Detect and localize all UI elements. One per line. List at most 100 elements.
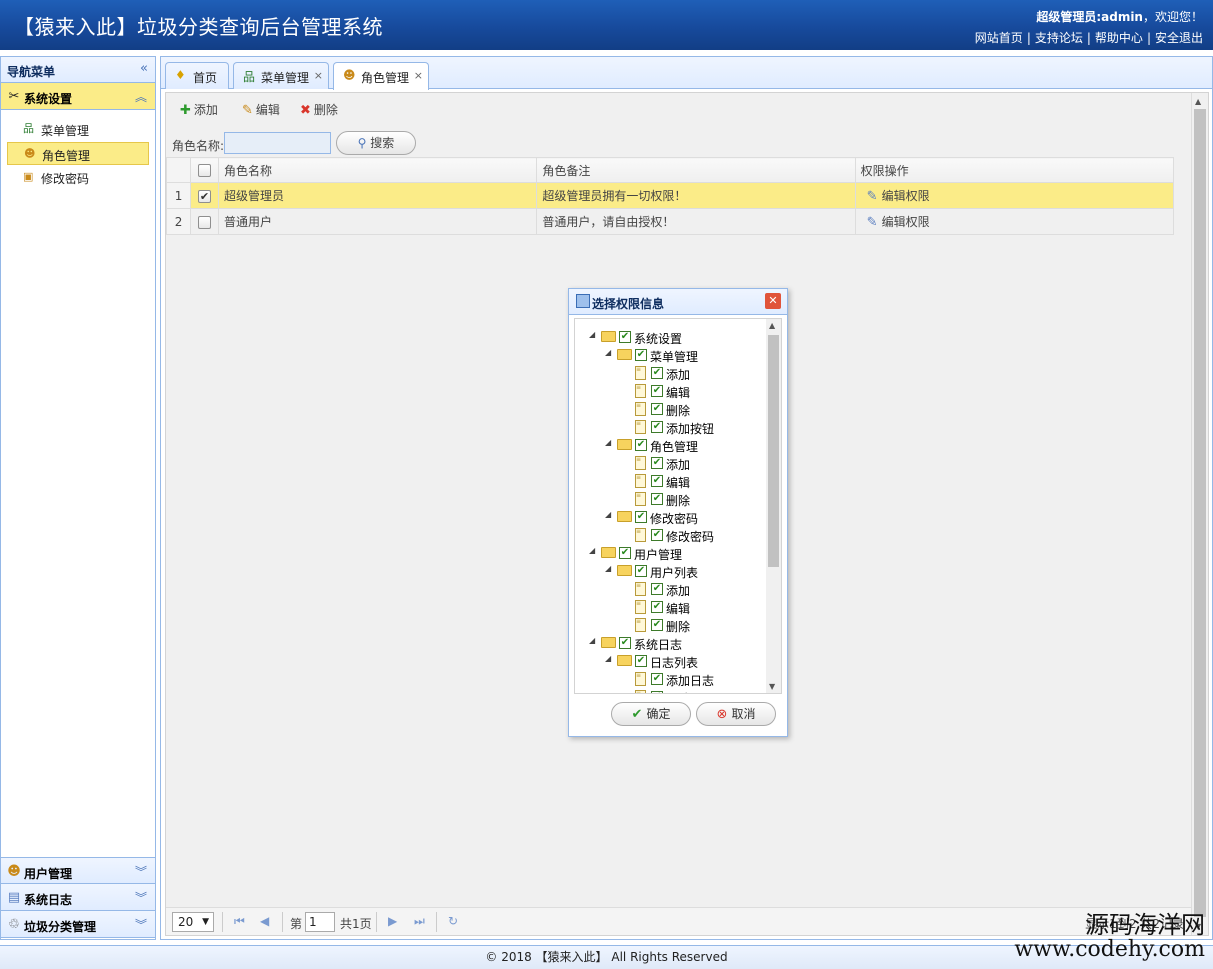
tree-node[interactable]: ≡ ✔ 编辑 (575, 472, 765, 490)
link-home[interactable]: 网站首页 (975, 31, 1023, 45)
tree-node[interactable]: ◢ ✔ 用户列表 (575, 562, 765, 580)
tree-node[interactable]: ≡ ✔ 添加按钮 (575, 418, 765, 436)
edit-permission-link[interactable]: ✎ 编辑权限 (861, 189, 930, 204)
tree-node[interactable]: ≡ ✔ 添加 (575, 364, 765, 382)
first-page-icon[interactable]: ⏮ (234, 914, 245, 929)
tree-node[interactable]: ≡ ✔删除 (575, 400, 765, 418)
tab-menu-management[interactable]: 品 菜单管理 × (233, 62, 329, 89)
edit-permission-link[interactable]: ✎ 编辑权限 (861, 215, 930, 230)
accordion-system-settings[interactable]: ✂ 系统设置 ︽ (1, 83, 155, 110)
tree-checkbox[interactable]: ✔ (651, 493, 663, 505)
tree-checkbox[interactable]: ✔ (619, 547, 631, 559)
row-checkbox[interactable] (190, 208, 220, 235)
link-logout[interactable]: 安全退出 (1155, 31, 1203, 45)
delete-button[interactable]: ✖ 删除 (300, 101, 338, 121)
row-checkbox[interactable]: ✔ (190, 182, 220, 209)
tree-checkbox[interactable]: ✔ (651, 619, 663, 631)
nav-item-menu-management[interactable]: 品 菜单管理 (7, 118, 149, 141)
tab-home[interactable]: ♦ 首页 (165, 62, 229, 89)
tree-node[interactable]: ≡ ✔删除 (575, 688, 765, 693)
grid-header[interactable]: 角色备注 (536, 157, 856, 183)
expand-toggle-icon[interactable]: ◢ (605, 654, 611, 663)
chevron-down-icon[interactable]: ︾ (135, 889, 147, 906)
scroll-thumb[interactable] (1194, 109, 1206, 917)
tree-checkbox[interactable]: ✔ (651, 583, 663, 595)
tab-role-management[interactable]: ☻ 角色管理 × (333, 62, 429, 90)
edit-button[interactable]: ✎ 编辑 (242, 101, 280, 121)
tree-checkbox[interactable]: ✔ (619, 637, 631, 649)
page-size-select[interactable]: 20 ▼ (172, 912, 214, 932)
expand-toggle-icon[interactable]: ◢ (605, 348, 611, 357)
tree-checkbox[interactable]: ✔ (635, 349, 647, 361)
tree-node[interactable]: ≡ ✔删除 (575, 490, 765, 508)
tree-checkbox[interactable]: ✔ (651, 457, 663, 469)
link-help[interactable]: 帮助中心 (1095, 31, 1143, 45)
table-row[interactable]: 1 ✔ 超级管理员 超级管理员拥有一切权限！ ✎ 编辑权限 (165, 182, 1175, 209)
nav-item-role-management[interactable]: ☻ 角色管理 (7, 142, 149, 165)
tree-checkbox[interactable]: ✔ (635, 655, 647, 667)
confirm-button[interactable]: ✔ 确定 (611, 702, 691, 726)
tree-node[interactable]: ◢ ✔ 日志列表 (575, 652, 765, 670)
scroll-thumb[interactable] (768, 335, 779, 567)
expand-toggle-icon[interactable]: ◢ (589, 330, 595, 339)
expand-toggle-icon[interactable]: ◢ (589, 636, 595, 645)
tree-checkbox[interactable]: ✔ (635, 511, 647, 523)
last-page-icon[interactable]: ⏭ (414, 914, 425, 929)
tree-node[interactable]: ◢ ✔ 用户管理 (575, 544, 765, 562)
accordion-system-log[interactable]: ▤ 系统日志 ︾ (1, 884, 155, 911)
close-icon[interactable]: × (414, 69, 423, 82)
tree-node[interactable]: ≡ ✔ 添加 (575, 454, 765, 472)
tree-checkbox[interactable]: ✔ (635, 565, 647, 577)
tree-node[interactable]: ◢ ✔ 角色管理 (575, 436, 765, 454)
tree-scrollbar[interactable]: ▲ ▼ (766, 319, 781, 693)
role-name-input[interactable] (224, 132, 331, 154)
expand-toggle-icon[interactable]: ◢ (605, 564, 611, 573)
tree-node[interactable]: ◢ ✔ 系统日志 (575, 634, 765, 652)
tree-node[interactable]: ≡ ✔ 编辑 (575, 382, 765, 400)
scroll-up-icon[interactable]: ▲ (769, 321, 775, 330)
collapse-left-icon[interactable]: « (140, 61, 148, 76)
tree-node[interactable]: ≡ ✔ 添加日志 (575, 670, 765, 688)
tree-checkbox[interactable]: ✔ (651, 529, 663, 541)
tree-node[interactable]: ≡ ✔ 修改密码 (575, 526, 765, 544)
select-all-checkbox[interactable] (190, 157, 220, 183)
scroll-down-icon[interactable]: ▼ (769, 682, 775, 691)
tree-node[interactable]: ◢ ✔ 菜单管理 (575, 346, 765, 364)
expand-toggle-icon[interactable]: ◢ (589, 546, 595, 555)
tree-node[interactable]: ≡ ✔删除 (575, 616, 765, 634)
add-button[interactable]: ✚ 添加 (180, 101, 218, 121)
grid-header[interactable]: 角色名称 (218, 157, 538, 183)
chevron-down-icon[interactable]: ︾ (135, 863, 147, 880)
close-icon[interactable]: ✕ (765, 293, 781, 309)
tree-checkbox[interactable]: ✔ (651, 475, 663, 487)
tree-node[interactable]: ◢ ✔ 系统设置 (575, 328, 765, 346)
expand-toggle-icon[interactable]: ◢ (605, 510, 611, 519)
expand-toggle-icon[interactable]: ◢ (605, 438, 611, 447)
tree-checkbox[interactable]: ✔ (651, 421, 663, 433)
tree-node[interactable]: ≡ ✔ 编辑 (575, 598, 765, 616)
cancel-button[interactable]: ⊗ 取消 (696, 702, 776, 726)
tree-checkbox[interactable]: ✔ (651, 403, 663, 415)
tree-checkbox[interactable]: ✔ (651, 673, 663, 685)
prev-page-icon[interactable]: ◀ (260, 914, 269, 928)
chevron-down-icon[interactable]: ︾ (135, 916, 147, 933)
grid-header[interactable]: 权限操作 (854, 157, 1175, 183)
next-page-icon[interactable]: ▶ (388, 914, 397, 928)
chevron-up-icon[interactable]: ︽ (135, 88, 147, 105)
panel-scrollbar[interactable]: ▲ ▼ (1191, 93, 1208, 935)
tree-node[interactable]: ◢ ✔ 修改密码 (575, 508, 765, 526)
search-button[interactable]: ⚲ 搜索 (336, 131, 416, 155)
tree-checkbox[interactable]: ✔ (619, 331, 631, 343)
tree-checkbox[interactable]: ✔ (651, 691, 663, 693)
tree-checkbox[interactable]: ✔ (651, 385, 663, 397)
link-forum[interactable]: 支持论坛 (1035, 31, 1083, 45)
accordion-garbage-management[interactable]: ♲ 垃圾分类管理 ︾ (1, 911, 155, 938)
tree-checkbox[interactable]: ✔ (651, 601, 663, 613)
nav-item-change-password[interactable]: ▣ 修改密码 (7, 166, 149, 189)
table-row[interactable]: 2 普通用户 普通用户，请自由授权！ ✎ 编辑权限 (165, 208, 1175, 235)
page-number-input[interactable]: 1 (305, 912, 335, 932)
tree-checkbox[interactable]: ✔ (651, 367, 663, 379)
scroll-up-icon[interactable]: ▲ (1195, 97, 1201, 106)
refresh-icon[interactable]: ↻ (448, 914, 458, 928)
accordion-user-management[interactable]: ☻ 用户管理 ︾ (1, 857, 155, 884)
